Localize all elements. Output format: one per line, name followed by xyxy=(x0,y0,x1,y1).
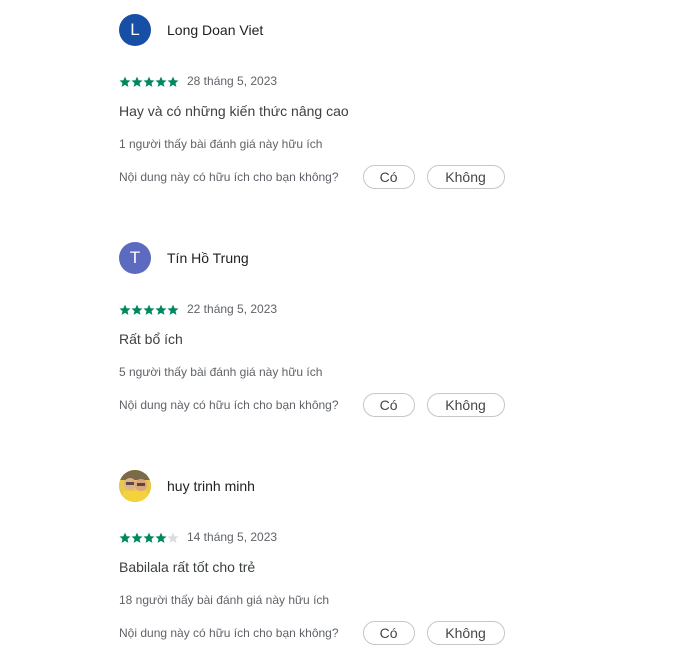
star-filled-icon xyxy=(143,531,155,543)
review-text: Hay và có những kiến thức nâng cao xyxy=(119,103,349,119)
star-filled-icon xyxy=(131,303,143,315)
star-rating xyxy=(119,303,179,315)
review-meta: 22 tháng 5, 2023 xyxy=(119,301,679,317)
review-header: L Long Doan Viet xyxy=(119,14,679,46)
review-text: Rất bổ ích xyxy=(119,331,183,347)
feedback-row: Nội dung này có hữu ích cho bạn không? C… xyxy=(119,393,679,417)
review-header: huy trinh minh xyxy=(119,470,679,502)
avatar xyxy=(119,470,151,502)
review-text: Babilala rất tốt cho trẻ xyxy=(119,559,256,575)
helpful-count: 5 người thấy bài đánh giá này hữu ích xyxy=(119,365,323,379)
review-card: huy trinh minh 14 tháng 5, 2023 Babilala… xyxy=(119,470,679,645)
star-rating xyxy=(119,531,179,543)
review-card: L Long Doan Viet 28 tháng 5, 2023 Hay và… xyxy=(119,14,679,189)
star-filled-icon xyxy=(167,75,179,87)
star-filled-icon xyxy=(155,531,167,543)
review-date: 14 tháng 5, 2023 xyxy=(187,530,278,544)
feedback-row: Nội dung này có hữu ích cho bạn không? C… xyxy=(119,621,679,645)
yes-button[interactable]: Có xyxy=(362,165,415,189)
review-meta: 28 tháng 5, 2023 xyxy=(119,73,679,89)
feedback-question: Nội dung này có hữu ích cho bạn không? xyxy=(119,398,339,412)
star-filled-icon xyxy=(131,531,143,543)
feedback-question: Nội dung này có hữu ích cho bạn không? xyxy=(119,170,339,184)
review-header: T Tín Hồ Trung xyxy=(119,242,679,274)
yes-button[interactable]: Có xyxy=(362,621,415,645)
star-filled-icon xyxy=(143,75,155,87)
avatar: T xyxy=(119,242,151,274)
star-filled-icon xyxy=(119,75,131,87)
yes-button[interactable]: Có xyxy=(362,393,415,417)
no-button[interactable]: Không xyxy=(426,393,505,417)
author-name: Tín Hồ Trung xyxy=(167,250,249,266)
helpful-count: 18 người thấy bài đánh giá này hữu ích xyxy=(119,593,330,607)
star-rating xyxy=(119,75,179,87)
author-name: Long Doan Viet xyxy=(167,22,264,38)
review-date: 28 tháng 5, 2023 xyxy=(187,74,278,88)
star-filled-icon xyxy=(155,75,167,87)
avatar-photo xyxy=(119,470,151,502)
star-filled-icon xyxy=(155,303,167,315)
star-empty-icon xyxy=(167,531,179,543)
review-date: 22 tháng 5, 2023 xyxy=(187,302,278,316)
star-filled-icon xyxy=(143,303,155,315)
feedback-question: Nội dung này có hữu ích cho bạn không? xyxy=(119,626,339,640)
avatar: L xyxy=(119,14,151,46)
feedback-row: Nội dung này có hữu ích cho bạn không? C… xyxy=(119,165,679,189)
star-filled-icon xyxy=(119,531,131,543)
star-filled-icon xyxy=(167,303,179,315)
no-button[interactable]: Không xyxy=(426,621,505,645)
star-filled-icon xyxy=(119,303,131,315)
no-button[interactable]: Không xyxy=(426,165,505,189)
review-card: T Tín Hồ Trung 22 tháng 5, 2023 Rất bổ í… xyxy=(119,242,679,417)
review-meta: 14 tháng 5, 2023 xyxy=(119,529,679,545)
author-name: huy trinh minh xyxy=(167,478,255,494)
helpful-count: 1 người thấy bài đánh giá này hữu ích xyxy=(119,137,323,151)
star-filled-icon xyxy=(131,75,143,87)
